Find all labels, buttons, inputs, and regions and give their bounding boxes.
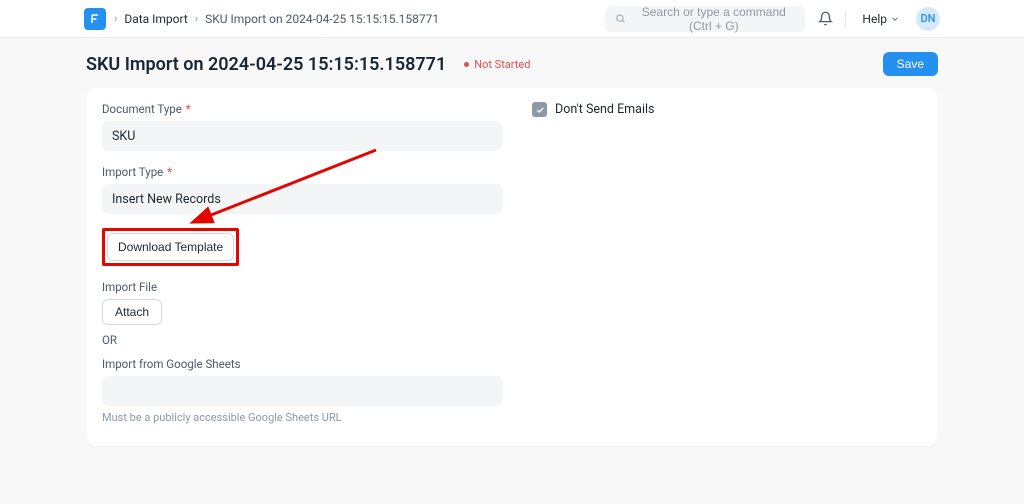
import-file-label: Import File (102, 280, 502, 294)
save-button[interactable]: Save (883, 52, 938, 76)
avatar[interactable]: DN (916, 7, 940, 31)
search-icon (615, 12, 626, 25)
dont-send-emails-checkbox[interactable]: Don't Send Emails (532, 102, 922, 117)
google-sheets-label: Import from Google Sheets (102, 357, 502, 371)
form-card: Document Type * SKU Import Type * Insert… (86, 88, 938, 446)
app-logo[interactable] (84, 8, 106, 30)
google-sheets-hint: Must be a publicly accessible Google She… (102, 411, 502, 424)
dont-send-emails-label: Don't Send Emails (555, 102, 654, 117)
page-title: SKU Import on 2024-04-25 15:15:15.158771 (86, 54, 446, 75)
chevron-right-icon: › (114, 12, 117, 25)
notifications-icon[interactable] (815, 9, 835, 29)
divider (845, 11, 846, 27)
or-text: OR (102, 333, 502, 347)
google-sheets-input[interactable] (102, 376, 502, 406)
search-input[interactable]: Search or type a command (Ctrl + G) (605, 6, 805, 32)
search-placeholder: Search or type a command (Ctrl + G) (632, 5, 795, 33)
attach-button[interactable]: Attach (102, 299, 162, 325)
breadcrumb: › Data Import › SKU Import on 2024-04-25… (114, 12, 439, 26)
download-template-button[interactable]: Download Template (107, 233, 234, 261)
document-type-field[interactable]: SKU (102, 121, 502, 151)
import-type-field[interactable]: Insert New Records (102, 184, 502, 214)
help-menu[interactable]: Help (856, 12, 906, 26)
document-type-label: Document Type * (102, 102, 502, 116)
chevron-down-icon (890, 14, 900, 24)
status-badge: Not Started (458, 56, 536, 73)
chevron-right-icon: › (195, 12, 198, 25)
breadcrumb-item-current: SKU Import on 2024-04-25 15:15:15.158771 (205, 12, 439, 26)
checkbox-checked-icon (532, 102, 547, 117)
breadcrumb-item-data-import[interactable]: Data Import (124, 12, 188, 26)
annotation-highlight: Download Template (102, 228, 239, 266)
import-type-label: Import Type * (102, 165, 502, 179)
